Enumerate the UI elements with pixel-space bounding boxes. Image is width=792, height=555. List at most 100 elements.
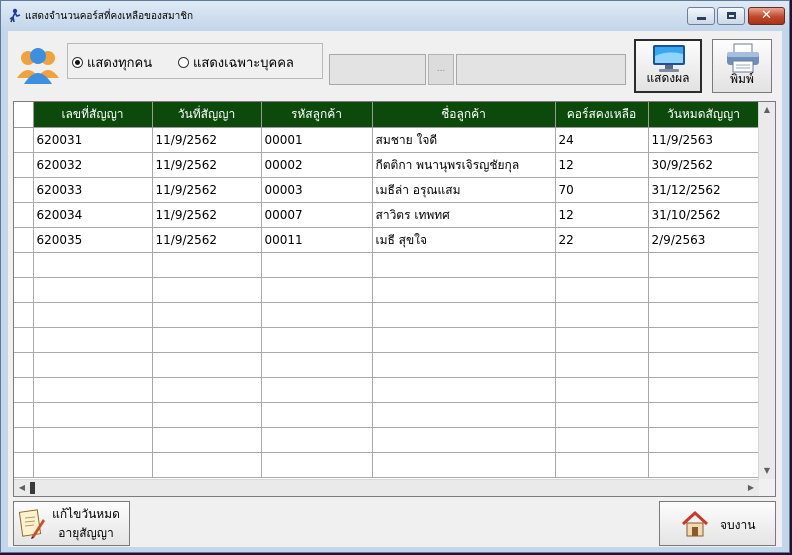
row-selector[interactable] (14, 402, 34, 428)
row-selector[interactable] (14, 152, 34, 178)
column-header[interactable]: คอร์สคงเหลือ (554, 102, 649, 128)
table-cell[interactable]: 24 (554, 127, 649, 153)
table-cell[interactable] (260, 452, 373, 478)
table-cell[interactable]: 00001 (260, 127, 373, 153)
table-cell[interactable] (647, 352, 760, 378)
table-cell[interactable] (554, 352, 649, 378)
empty-table-row[interactable] (14, 352, 760, 378)
table-cell[interactable] (647, 277, 760, 303)
table-row[interactable]: 620032 11/9/2562 00002 กีตติกา พนานุพรเจ… (14, 152, 760, 178)
scroll-up-icon[interactable]: ▲ (759, 102, 775, 118)
table-cell[interactable]: กีตติกา พนานุพรเจิรญชัยกุล (371, 152, 556, 178)
table-cell[interactable] (32, 427, 153, 453)
table-cell[interactable] (32, 377, 153, 403)
print-button[interactable]: พิมพ์ (712, 39, 772, 93)
table-cell[interactable]: 70 (554, 177, 649, 203)
table-cell[interactable] (260, 402, 373, 428)
table-cell[interactable] (32, 452, 153, 478)
row-selector[interactable] (14, 202, 34, 228)
row-selector[interactable] (14, 377, 34, 403)
radio-show-person[interactable]: แสดงเฉพาะบุคคล (178, 53, 294, 71)
table-cell[interactable] (151, 377, 262, 403)
row-selector[interactable] (14, 227, 34, 253)
horizontal-scrollbar[interactable]: ◀ ▶ (14, 479, 759, 496)
table-cell[interactable] (371, 352, 556, 378)
table-cell[interactable]: 22 (554, 227, 649, 253)
table-cell[interactable]: 30/9/2562 (647, 152, 760, 178)
customer-code-field[interactable] (329, 54, 426, 85)
table-cell[interactable]: 620031 (32, 127, 153, 153)
table-cell[interactable] (371, 327, 556, 353)
table-cell[interactable] (647, 252, 760, 278)
table-cell[interactable] (647, 452, 760, 478)
table-cell[interactable]: 620035 (32, 227, 153, 253)
column-header[interactable]: วันที่สัญญา (151, 102, 262, 128)
table-cell[interactable] (260, 327, 373, 353)
table-cell[interactable] (554, 277, 649, 303)
table-cell[interactable] (647, 402, 760, 428)
table-cell[interactable]: 11/9/2562 (151, 152, 262, 178)
course-grid[interactable]: เลขที่สัญญา วันที่สัญญา รหัสลูกค้า ชื่อล… (13, 101, 776, 497)
table-cell[interactable] (151, 352, 262, 378)
table-cell[interactable]: เมธีล่า อรุณแสม (371, 177, 556, 203)
table-cell[interactable]: 00002 (260, 152, 373, 178)
table-cell[interactable] (260, 377, 373, 403)
table-cell[interactable]: 11/9/2562 (151, 127, 262, 153)
table-cell[interactable] (32, 302, 153, 328)
table-cell[interactable]: 11/9/2562 (151, 177, 262, 203)
table-cell[interactable] (647, 327, 760, 353)
scroll-down-icon[interactable]: ▼ (759, 463, 775, 479)
column-header[interactable]: เลขที่สัญญา (32, 102, 153, 128)
close-button[interactable]: ✕ (748, 7, 785, 25)
scroll-right-icon[interactable]: ▶ (743, 480, 759, 495)
table-cell[interactable] (260, 427, 373, 453)
table-cell[interactable] (554, 402, 649, 428)
table-cell[interactable]: 620034 (32, 202, 153, 228)
row-selector[interactable] (14, 302, 34, 328)
table-cell[interactable]: 11/9/2562 (151, 227, 262, 253)
table-cell[interactable] (371, 252, 556, 278)
row-selector[interactable] (14, 427, 34, 453)
table-cell[interactable]: 620033 (32, 177, 153, 203)
table-cell[interactable] (554, 377, 649, 403)
table-cell[interactable]: 11/9/2563 (647, 127, 760, 153)
table-row[interactable]: 620034 11/9/2562 00007 สาวิตร เทพทศ 12 3… (14, 202, 760, 228)
show-results-button[interactable]: แสดงผล (634, 39, 702, 93)
table-cell[interactable] (647, 427, 760, 453)
minimize-button[interactable] (687, 7, 715, 25)
column-header[interactable]: ชื่อลูกค้า (371, 102, 556, 128)
table-row[interactable]: 620031 11/9/2562 00001 สมชาย ใจดี 24 11/… (14, 127, 760, 153)
row-selector[interactable] (14, 352, 34, 378)
table-cell[interactable] (371, 302, 556, 328)
table-cell[interactable] (554, 252, 649, 278)
table-cell[interactable] (32, 402, 153, 428)
table-cell[interactable]: 12 (554, 202, 649, 228)
column-header[interactable]: วันหมดสัญญา (647, 102, 760, 128)
horizontal-scroll-thumb[interactable] (30, 482, 35, 494)
row-selector[interactable] (14, 452, 34, 478)
customer-name-field[interactable] (456, 54, 626, 85)
table-cell[interactable] (32, 277, 153, 303)
empty-table-row[interactable] (14, 402, 760, 428)
row-selector[interactable] (14, 177, 34, 203)
row-selector[interactable] (14, 327, 34, 353)
empty-table-row[interactable] (14, 252, 760, 278)
table-cell[interactable]: 12 (554, 152, 649, 178)
vertical-scrollbar[interactable]: ▲ ▼ (758, 102, 775, 479)
table-cell[interactable] (151, 402, 262, 428)
table-cell[interactable]: 00011 (260, 227, 373, 253)
table-cell[interactable]: สมชาย ใจดี (371, 127, 556, 153)
table-cell[interactable] (32, 352, 153, 378)
table-cell[interactable] (260, 302, 373, 328)
table-cell[interactable] (371, 402, 556, 428)
table-cell[interactable]: 00007 (260, 202, 373, 228)
table-cell[interactable] (151, 327, 262, 353)
table-cell[interactable] (260, 252, 373, 278)
table-cell[interactable] (151, 252, 262, 278)
row-selector[interactable] (14, 127, 34, 153)
table-cell[interactable]: 2/9/2563 (647, 227, 760, 253)
exit-button[interactable]: จบงาน (659, 501, 776, 546)
table-cell[interactable] (260, 352, 373, 378)
row-selector[interactable] (14, 252, 34, 278)
empty-table-row[interactable] (14, 277, 760, 303)
